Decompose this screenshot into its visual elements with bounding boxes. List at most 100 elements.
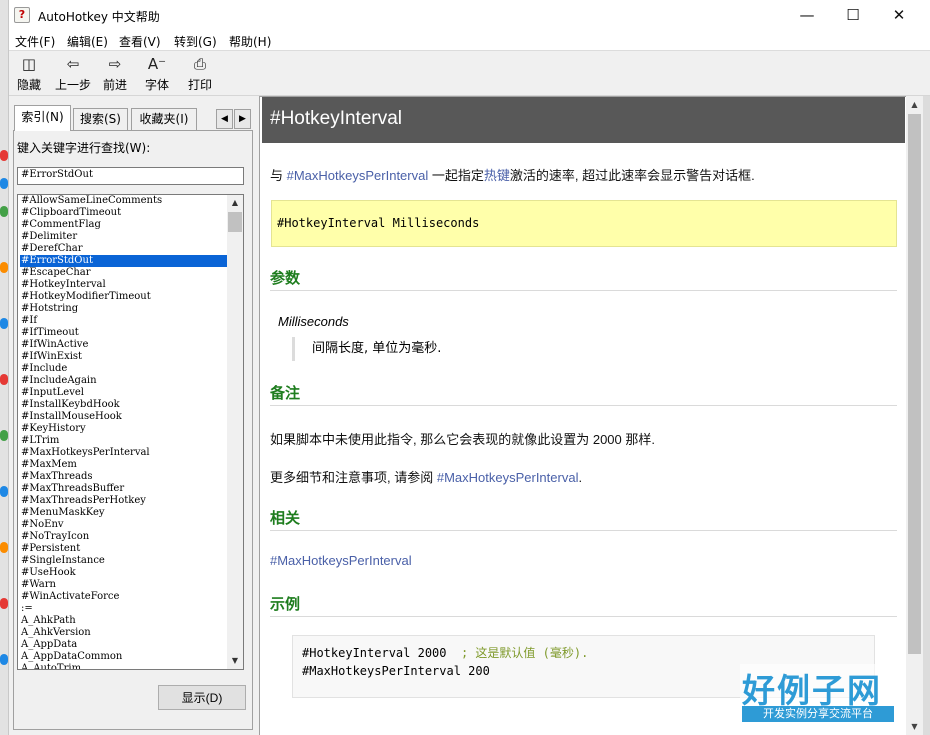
keyword-list-item[interactable]: #MaxHotkeysPerInterval xyxy=(20,447,228,459)
keyword-list-item[interactable]: #IfWinActive xyxy=(20,339,228,351)
remarks-heading: 备注 xyxy=(270,382,897,406)
keyword-list-item[interactable]: #Warn xyxy=(20,579,228,591)
keyword-list-item[interactable]: #WinActivateForce xyxy=(20,591,228,603)
remark-2: 更多细节和注意事项, 请参阅 #MaxHotkeysPerInterval. xyxy=(270,467,582,486)
forward-label: 前进 xyxy=(102,78,127,92)
keyword-list-item[interactable]: #Include xyxy=(20,363,228,375)
keyword-label: 键入关键字进行查找(W): xyxy=(17,141,151,155)
toolbar: ◫ 隐藏 ⇦ 上一步 ⇨ 前进 A⁻ 字体 ⎙ 打印 xyxy=(9,51,930,96)
content-scroll-thumb[interactable] xyxy=(908,114,921,654)
print-button[interactable]: ⎙ 打印 xyxy=(180,55,220,93)
watermark-brand: 好例子网 xyxy=(742,671,882,710)
content-scrollbar[interactable]: ▲ ▼ xyxy=(906,96,923,735)
keyword-list-item[interactable]: #If xyxy=(20,315,228,327)
maxhotkeys-link[interactable]: #MaxHotkeysPerInterval xyxy=(287,168,429,183)
related-paragraph: #MaxHotkeysPerInterval xyxy=(270,553,412,568)
keyword-list-item[interactable]: #IfWinExist xyxy=(20,351,228,363)
keyword-list-item[interactable]: #ErrorStdOut xyxy=(20,255,228,267)
title-bar[interactable]: ? AutoHotkey 中文帮助 — ☐ ✕ xyxy=(9,0,930,31)
keyword-list-item[interactable]: #HotkeyModifierTimeout xyxy=(20,291,228,303)
keyword-list-item[interactable]: #NoTrayIcon xyxy=(20,531,228,543)
watermark-tagline: 开发实例分享交流平台 xyxy=(742,706,894,722)
font-button[interactable]: A⁻ 字体 xyxy=(137,55,177,93)
keyword-list-item[interactable]: #DerefChar xyxy=(20,243,228,255)
keyword-list-item[interactable]: #SingleInstance xyxy=(20,555,228,567)
remark-1: 如果脚本中未使用此指令, 那么它会表现的就像此设置为 2000 那样. xyxy=(270,432,655,447)
keyword-list-item[interactable]: A_AutoTrim xyxy=(20,663,228,669)
keyword-list-item[interactable]: #UseHook xyxy=(20,567,228,579)
menu-edit[interactable]: 编辑(E) xyxy=(67,33,108,50)
scroll-down-icon[interactable]: ▼ xyxy=(227,653,243,669)
remark-2-pre: 更多细节和注意事项, 请参阅 xyxy=(270,470,437,485)
hide-button[interactable]: ◫ 隐藏 xyxy=(9,55,49,93)
keyword-list-item[interactable]: #MaxMem xyxy=(20,459,228,471)
tab-scroll-left-icon[interactable]: ◀ xyxy=(216,109,233,129)
keyword-list-item[interactable]: #CommentFlag xyxy=(20,219,228,231)
back-button[interactable]: ⇦ 上一步 xyxy=(53,55,93,93)
keyword-list-item[interactable]: #IncludeAgain xyxy=(20,375,228,387)
tab-scroll-right-icon[interactable]: ▶ xyxy=(234,109,251,129)
display-button[interactable]: 显示(D) xyxy=(158,685,246,710)
keyword-list-item[interactable]: A_AhkVersion xyxy=(20,627,228,639)
keyword-list-item[interactable]: #MaxThreadsPerHotkey xyxy=(20,495,228,507)
scroll-thumb[interactable] xyxy=(228,212,242,232)
keyword-list-item[interactable]: #MaxThreadsBuffer xyxy=(20,483,228,495)
keyword-list-item[interactable]: #Hotstring xyxy=(20,303,228,315)
menu-view[interactable]: 查看(V) xyxy=(119,33,161,50)
forward-button[interactable]: ⇨ 前进 xyxy=(95,55,135,93)
keyword-list-item[interactable]: := xyxy=(20,603,228,615)
content-scroll-up-icon[interactable]: ▲ xyxy=(906,96,923,113)
example-line-1-code: #HotkeyInterval 2000 xyxy=(302,646,447,660)
navigation-pane: 索引(N) 搜索(S) 收藏夹(I) ◀ ▶ 键入关键字进行查找(W): #Er… xyxy=(9,96,256,735)
tab-search[interactable]: 搜索(S) xyxy=(73,108,128,130)
tab-index[interactable]: 索引(N) xyxy=(14,105,71,131)
topic-header: #HotkeyInterval xyxy=(262,97,905,143)
back-label: 上一步 xyxy=(54,78,91,92)
minimize-icon[interactable]: — xyxy=(784,0,830,31)
related-heading: 相关 xyxy=(270,507,897,531)
keyword-list-item[interactable]: #Persistent xyxy=(20,543,228,555)
close-icon[interactable]: ✕ xyxy=(876,0,922,31)
keyword-list-item[interactable]: #LTrim xyxy=(20,435,228,447)
example-heading: 示例 xyxy=(270,593,897,617)
keyword-list-item[interactable]: #InstallKeybdHook xyxy=(20,399,228,411)
maximize-icon[interactable]: ☐ xyxy=(830,0,876,31)
font-label: 字体 xyxy=(144,78,169,92)
hotkey-link[interactable]: 热键 xyxy=(484,168,510,183)
keyword-list-item[interactable]: #AllowSameLineComments xyxy=(20,195,228,207)
example-line-1-comment: ; 这是默认值 (毫秒). xyxy=(460,646,589,660)
keyword-list[interactable]: #AllowSameLineComments #ClipboardTimeout #… xyxy=(17,194,244,670)
scroll-up-icon[interactable]: ▲ xyxy=(227,195,243,211)
keyword-list-item[interactable]: #IfTimeout xyxy=(20,327,228,339)
menu-help[interactable]: 帮助(H) xyxy=(229,33,271,50)
tab-favorites[interactable]: 收藏夹(I) xyxy=(131,108,197,130)
keyword-list-item[interactable]: #KeyHistory xyxy=(20,423,228,435)
keyword-list-scrollbar[interactable]: ▲ ▼ xyxy=(227,195,243,669)
keyword-list-item[interactable]: #Delimiter xyxy=(20,231,228,243)
menu-bar: 文件(F) 编辑(E) 查看(V) 转到(G) 帮助(H) xyxy=(9,31,930,51)
intro-paragraph: 与 #MaxHotkeysPerInterval 一起指定热键激活的速率, 超过… xyxy=(270,165,755,184)
syntax-box: #HotkeyInterval Milliseconds xyxy=(271,200,897,247)
keyword-list-item[interactable]: A_AppData xyxy=(20,639,228,651)
keyword-input[interactable]: #ErrorStdOut xyxy=(17,167,244,185)
menu-goto[interactable]: 转到(G) xyxy=(174,33,217,50)
menu-file[interactable]: 文件(F) xyxy=(15,33,55,50)
keyword-list-item[interactable]: #MenuMaskKey xyxy=(20,507,228,519)
keyword-list-item[interactable]: #InputLevel xyxy=(20,387,228,399)
keyword-list-item[interactable]: A_AppDataCommon xyxy=(20,651,228,663)
remark-2-post: . xyxy=(578,470,583,485)
keyword-list-item[interactable]: A_AhkPath xyxy=(20,615,228,627)
remark-maxhotkeys-link[interactable]: #MaxHotkeysPerInterval xyxy=(437,470,579,485)
keyword-list-item[interactable]: #InstallMouseHook xyxy=(20,411,228,423)
content-scroll-down-icon[interactable]: ▼ xyxy=(906,718,923,735)
help-window: ? AutoHotkey 中文帮助 — ☐ ✕ 文件(F) 编辑(E) 查看(V… xyxy=(0,0,930,735)
keyword-list-item[interactable]: #HotkeyInterval xyxy=(20,279,228,291)
keyword-list-item[interactable]: #EscapeChar xyxy=(20,267,228,279)
param-name: Milliseconds xyxy=(278,314,349,329)
keyword-list-item[interactable]: #ClipboardTimeout xyxy=(20,207,228,219)
keyword-list-item[interactable]: #MaxThreads xyxy=(20,471,228,483)
ahk-help-icon: ? xyxy=(14,7,30,23)
example-line-2: #MaxHotkeysPerInterval 200 xyxy=(302,664,490,678)
keyword-list-item[interactable]: #NoEnv xyxy=(20,519,228,531)
related-maxhotkeys-link[interactable]: #MaxHotkeysPerInterval xyxy=(270,553,412,568)
